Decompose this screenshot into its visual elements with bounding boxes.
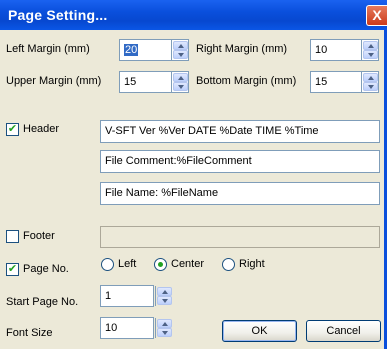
right-margin-spinner[interactable] [361, 40, 378, 60]
footer-checkbox[interactable] [6, 230, 19, 243]
font-size-field[interactable]: 10 [100, 317, 154, 339]
radio-left-label: Left [118, 258, 137, 270]
radio-right[interactable] [222, 258, 235, 271]
page-no-checkbox[interactable]: ✔ [6, 263, 19, 276]
spin-up-icon[interactable] [363, 41, 378, 50]
spin-up-icon[interactable] [363, 73, 378, 82]
header-line-1[interactable]: V-SFT Ver %Ver DATE %Date TIME %Time [100, 120, 380, 143]
right-margin-label: Right Margin (mm) [196, 43, 288, 55]
spin-up-icon[interactable] [157, 287, 172, 296]
spin-up-icon[interactable] [173, 73, 188, 82]
radio-right-label: Right [239, 258, 265, 270]
page-no-label: Page No. [23, 263, 69, 275]
header-line-3[interactable]: File Name: %FileName [100, 182, 380, 205]
title-bar[interactable]: Page Setting... X [0, 0, 387, 30]
checkmark-icon: ✔ [7, 263, 18, 275]
font-size-label: Font Size [6, 327, 53, 339]
radio-left[interactable] [101, 258, 114, 271]
left-margin-label: Left Margin (mm) [6, 43, 90, 55]
spin-down-icon[interactable] [173, 82, 188, 91]
ok-button[interactable]: OK [222, 320, 297, 342]
checkmark-icon: ✔ [7, 123, 18, 135]
close-icon: X [372, 7, 382, 23]
spin-up-icon[interactable] [157, 319, 172, 328]
cancel-button[interactable]: Cancel [306, 320, 381, 342]
start-page-spinner[interactable] [155, 286, 172, 306]
dialog-body: Left Margin (mm) 20 Right Margin (mm) 10… [0, 30, 384, 349]
spin-down-icon[interactable] [157, 296, 172, 305]
bottom-margin-label: Bottom Margin (mm) [196, 75, 297, 87]
spin-down-icon[interactable] [173, 50, 188, 59]
footer-label: Footer [23, 230, 55, 242]
start-page-label: Start Page No. [6, 296, 79, 308]
spin-up-icon[interactable] [173, 41, 188, 50]
start-page-field[interactable]: 1 [100, 285, 154, 307]
radio-selected-dot [158, 262, 163, 267]
header-checkbox[interactable]: ✔ [6, 123, 19, 136]
bottom-margin-spinner[interactable] [361, 72, 378, 92]
spin-down-icon[interactable] [157, 328, 172, 337]
window-title: Page Setting... [8, 7, 108, 23]
spin-down-icon[interactable] [363, 50, 378, 59]
header-line-2[interactable]: File Comment:%FileComment [100, 150, 380, 173]
font-size-spinner[interactable] [155, 318, 172, 338]
header-label: Header [23, 123, 60, 135]
left-margin-value: 20 [124, 44, 139, 56]
upper-margin-label: Upper Margin (mm) [6, 75, 102, 87]
spin-down-icon[interactable] [363, 82, 378, 91]
footer-field[interactable] [100, 226, 380, 248]
radio-center-label: Center [171, 258, 205, 270]
left-margin-spinner[interactable] [171, 40, 188, 60]
radio-center[interactable] [154, 258, 167, 271]
upper-margin-spinner[interactable] [171, 72, 188, 92]
close-button[interactable]: X [366, 5, 387, 26]
